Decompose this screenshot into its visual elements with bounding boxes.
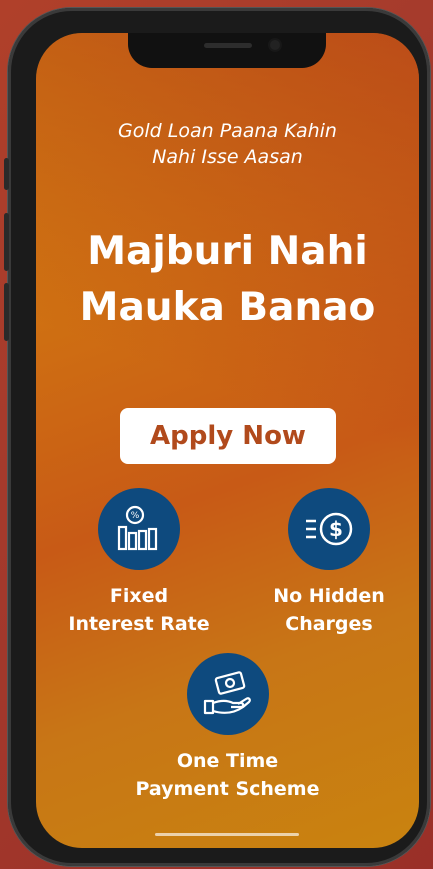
- headline-line-2: Mauka Banao: [79, 285, 376, 330]
- feature-label-line: Charges: [285, 613, 373, 635]
- svg-text:%: %: [131, 511, 140, 521]
- front-camera: [270, 40, 280, 50]
- dollar-coin-icon: $: [288, 488, 370, 570]
- feature-label-line: Payment Scheme: [135, 778, 320, 800]
- feature-label: Fixed Interest Rate: [64, 582, 214, 638]
- feature-label-line: One Time: [176, 750, 279, 772]
- feature-no-hidden-charges: $ No Hidden Charges: [249, 488, 409, 638]
- percent-chart-icon: %: [98, 488, 180, 570]
- phone-frame: Gold Loan Paana Kahin Nahi Isse Aasan Ma…: [4, 8, 430, 866]
- headline-line-1: Majburi Nahi: [87, 229, 368, 274]
- phone-volume-up: [4, 213, 9, 271]
- feature-label-line: Interest Rate: [68, 613, 210, 635]
- tagline-line-2: Nahi Isse Aasan: [152, 146, 303, 168]
- promo-content: Gold Loan Paana Kahin Nahi Isse Aasan Ma…: [36, 33, 419, 848]
- feature-label: No Hidden Charges: [249, 582, 409, 638]
- feature-label: One Time Payment Scheme: [116, 747, 339, 803]
- feature-label-line: Fixed: [109, 585, 169, 607]
- tagline-line-1: Gold Loan Paana Kahin: [118, 120, 337, 142]
- phone-notch: [128, 33, 326, 68]
- phone-side-button: [4, 158, 9, 190]
- feature-fixed-interest: % Fixed Interest Rate: [64, 488, 214, 638]
- hand-cash-icon: [186, 653, 269, 735]
- phone-screen: Gold Loan Paana Kahin Nahi Isse Aasan Ma…: [36, 33, 419, 848]
- apply-now-button[interactable]: Apply Now: [120, 408, 336, 464]
- headline: Majburi Nahi Mauka Banao: [36, 224, 419, 336]
- tagline: Gold Loan Paana Kahin Nahi Isse Aasan: [36, 118, 419, 170]
- feature-label-line: No Hidden: [273, 585, 385, 607]
- feature-one-time-payment: One Time Payment Scheme: [116, 653, 339, 803]
- svg-text:$: $: [329, 517, 343, 541]
- speaker-grille: [204, 43, 252, 48]
- phone-volume-down: [4, 283, 9, 341]
